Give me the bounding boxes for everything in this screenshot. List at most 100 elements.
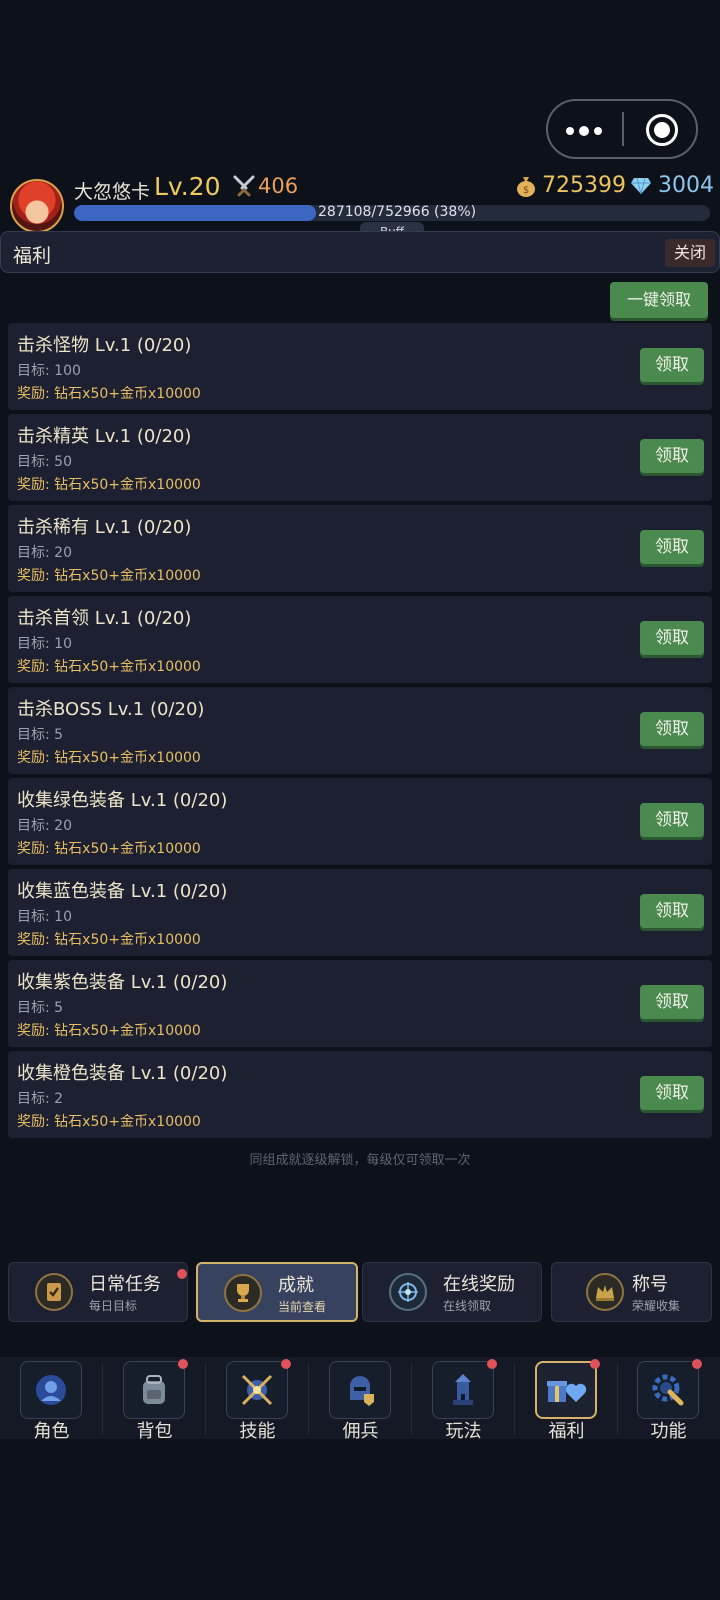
notification-dot (590, 1359, 600, 1369)
claim-all-button[interactable]: 一键领取 (610, 282, 708, 318)
tab-online-rewards[interactable]: 在线奖励 在线领取 (362, 1262, 542, 1322)
notification-dot (177, 1269, 187, 1279)
gameplay-tower-icon (432, 1361, 494, 1419)
nav-mercenary[interactable]: 佣兵 (309, 1357, 412, 1442)
task-title: 击杀怪物 Lv.1 (0/20) (17, 335, 192, 356)
task-target: 目标: 100 (17, 363, 81, 379)
diamond-value: 3004 (658, 173, 714, 198)
nav-gameplay[interactable]: 玩法 (412, 1357, 515, 1442)
nav-label: 背包 (136, 1421, 173, 1442)
trophy-icon (224, 1274, 262, 1312)
task-target: 目标: 10 (17, 636, 72, 652)
bottom-navigation: 角色 背包 技能 佣兵 玩法 福利 功能 (0, 1357, 720, 1442)
panel-title: 福利 (13, 245, 52, 267)
skill-icon (226, 1361, 288, 1419)
nav-character[interactable]: 角色 (0, 1357, 103, 1442)
task-reward: 奖励: 钻石x50+金币x10000 (17, 1023, 201, 1039)
claim-button[interactable]: 领取 (640, 348, 704, 382)
task-reward: 奖励: 钻石x50+金币x10000 (17, 841, 201, 857)
task-target: 目标: 5 (17, 727, 64, 743)
claim-button[interactable]: 领取 (640, 1076, 704, 1110)
notification-dot (692, 1359, 702, 1369)
claim-button[interactable]: 领取 (640, 621, 704, 655)
task-row: 收集橙色装备 Lv.1 (0/20) 目标: 2 奖励: 钻石x50+金币x10… (8, 1051, 712, 1138)
xp-text: 287108/752966 (38%) (318, 204, 477, 220)
tab-titles[interactable]: 称号 荣耀收集 (551, 1262, 712, 1322)
tab-label: 日常任务 (89, 1274, 161, 1295)
task-reward: 奖励: 钻石x50+金币x10000 (17, 386, 201, 402)
miniprogram-capsule (546, 99, 698, 159)
close-button[interactable]: 关闭 (665, 239, 715, 267)
gold-value: 725399 (542, 173, 626, 198)
diamond-counter: 3004 (630, 173, 714, 198)
task-target: 目标: 5 (17, 1000, 64, 1016)
task-title: 收集绿色装备 Lv.1 (0/20) (17, 790, 228, 811)
tab-sublabel: 每日目标 (89, 1299, 138, 1313)
combat-power: 406 (232, 174, 298, 198)
task-row: 击杀稀有 Lv.1 (0/20) 目标: 20 奖励: 钻石x50+金币x100… (8, 505, 712, 592)
task-row: 收集蓝色装备 Lv.1 (0/20) 目标: 10 奖励: 钻石x50+金币x1… (8, 869, 712, 956)
character-icon (20, 1361, 82, 1419)
claim-button[interactable]: 领取 (640, 712, 704, 746)
claim-button[interactable]: 领取 (640, 439, 704, 473)
task-title: 击杀精英 Lv.1 (0/20) (17, 426, 192, 447)
function-gear-icon (637, 1361, 699, 1419)
player-level: Lv.20 (154, 172, 221, 201)
claim-button[interactable]: 领取 (640, 530, 704, 564)
nav-label: 技能 (239, 1421, 276, 1442)
notification-dot (487, 1359, 497, 1369)
task-target: 目标: 20 (17, 818, 72, 834)
crossed-swords-icon (233, 175, 255, 197)
footnote: 同组成就逐级解锁，每级仅可领取一次 (249, 1153, 471, 1168)
nav-backpack[interactable]: 背包 (103, 1357, 206, 1442)
record-icon[interactable] (624, 101, 696, 157)
task-reward: 奖励: 钻石x50+金币x10000 (17, 750, 201, 766)
claim-button[interactable]: 领取 (640, 985, 704, 1019)
panel-header: 福利 关闭 (0, 231, 720, 273)
tab-label: 称号 (632, 1274, 668, 1295)
nav-skills[interactable]: 技能 (206, 1357, 309, 1442)
task-row: 击杀BOSS Lv.1 (0/20) 目标: 5 奖励: 钻石x50+金币x10… (8, 687, 712, 774)
nav-label: 玩法 (445, 1421, 482, 1442)
task-title: 收集橙色装备 Lv.1 (0/20) (17, 1063, 228, 1084)
more-dots-icon[interactable] (548, 101, 622, 157)
task-reward: 奖励: 钻石x50+金币x10000 (17, 568, 201, 584)
notification-dot (178, 1359, 188, 1369)
task-title: 击杀稀有 Lv.1 (0/20) (17, 517, 192, 538)
xp-progress-fill (74, 205, 316, 221)
task-target: 目标: 50 (17, 454, 72, 470)
nav-label: 福利 (548, 1421, 585, 1442)
money-bag-icon: $ (517, 176, 535, 197)
task-scroll-icon (35, 1273, 73, 1311)
tab-label: 在线奖励 (443, 1274, 515, 1295)
task-row: 击杀怪物 Lv.1 (0/20) 目标: 100 奖励: 钻石x50+金币x10… (8, 323, 712, 410)
gold-counter: $ 725399 (516, 173, 626, 198)
task-target: 目标: 20 (17, 545, 72, 561)
tab-label: 成就 (278, 1275, 314, 1296)
task-reward: 奖励: 钻石x50+金币x10000 (17, 932, 201, 948)
mercenary-helmet-icon (329, 1361, 391, 1419)
claim-button[interactable]: 领取 (640, 803, 704, 837)
claim-button[interactable]: 领取 (640, 894, 704, 928)
task-title: 收集蓝色装备 Lv.1 (0/20) (17, 881, 228, 902)
combat-power-value: 406 (258, 174, 299, 198)
nav-label: 佣兵 (342, 1421, 379, 1442)
task-target: 目标: 10 (17, 909, 72, 925)
nav-label: 功能 (650, 1421, 687, 1442)
nav-welfare[interactable]: 福利 (515, 1357, 618, 1442)
avatar[interactable] (10, 179, 64, 233)
nav-functions[interactable]: 功能 (617, 1357, 720, 1442)
online-reward-icon (389, 1273, 427, 1311)
tab-achievements[interactable]: 成就 当前查看 (196, 1262, 358, 1322)
task-title: 击杀首领 Lv.1 (0/20) (17, 608, 192, 629)
task-row: 收集绿色装备 Lv.1 (0/20) 目标: 20 奖励: 钻石x50+金币x1… (8, 778, 712, 865)
welfare-gift-icon (535, 1361, 597, 1419)
notification-dot (281, 1359, 291, 1369)
task-title: 击杀BOSS Lv.1 (0/20) (17, 699, 205, 720)
task-reward: 奖励: 钻石x50+金币x10000 (17, 659, 201, 675)
task-row: 击杀首领 Lv.1 (0/20) 目标: 10 奖励: 钻石x50+金币x100… (8, 596, 712, 683)
diamond-icon (631, 177, 651, 194)
svg-text:$: $ (523, 185, 529, 196)
task-reward: 奖励: 钻石x50+金币x10000 (17, 1114, 201, 1130)
tab-daily-tasks[interactable]: 日常任务 每日目标 (8, 1262, 188, 1322)
